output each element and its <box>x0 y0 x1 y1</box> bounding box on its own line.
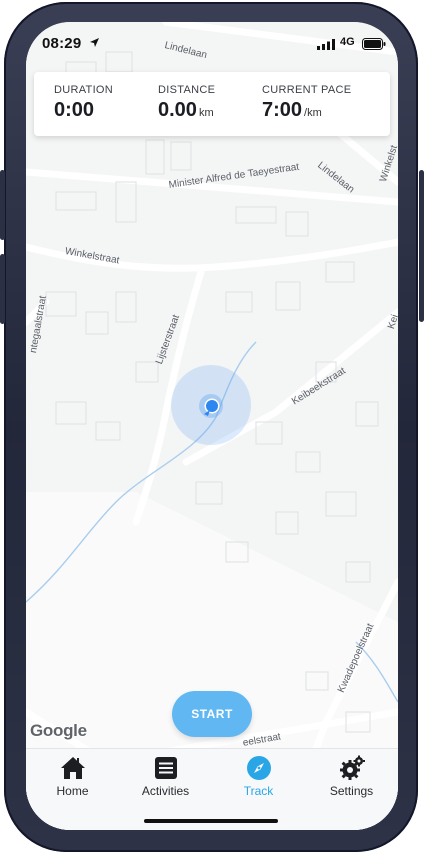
duration-value: 0:00 <box>54 99 95 121</box>
tab-home-label: Home <box>56 784 89 798</box>
tab-track[interactable]: Track <box>212 749 305 809</box>
google-logo: Google <box>30 721 87 740</box>
distance-value: 0.00 km <box>158 99 214 121</box>
tab-activities[interactable]: Activities <box>119 749 212 809</box>
list-icon <box>155 757 177 779</box>
tab-settings[interactable]: Settings <box>305 749 398 809</box>
tab-track-label: Track <box>243 784 274 798</box>
status-time: 08:29 <box>42 35 82 52</box>
pace-stat: CURRENT PACE 7:00/km <box>262 84 351 122</box>
screen: Lindelaan Minister Alfred de Taeyestraat… <box>26 22 398 830</box>
duration-label: DURATION <box>54 84 114 96</box>
tab-settings-label: Settings <box>329 784 374 798</box>
signal-icon <box>317 39 335 50</box>
stats-card: DURATION 0:00 DISTANCE 0.00 km CURRENT PA… <box>34 72 390 136</box>
gear-icon <box>340 755 365 780</box>
home-indicator <box>144 819 278 823</box>
tab-home[interactable]: Home <box>26 749 119 809</box>
volume-up-button <box>0 170 5 240</box>
duration-stat: DURATION 0:00 <box>54 84 113 122</box>
start-button[interactable]: START <box>172 691 252 737</box>
tab-activities-label: Activities <box>141 784 190 798</box>
home-icon <box>61 757 85 779</box>
distance-unit: km <box>198 107 214 119</box>
volume-down-button <box>0 254 5 324</box>
network-type: 4G <box>340 36 355 48</box>
tab-bar: Home Activities Track Settings <box>26 748 398 830</box>
pace-label: CURRENT PACE <box>262 84 352 96</box>
pace-unit: /km <box>304 107 322 119</box>
location-arrow-icon <box>90 38 99 47</box>
distance-stat: DISTANCE 0.00 km <box>158 84 215 122</box>
status-bar: 08:29 4G <box>26 22 398 66</box>
distance-label: DISTANCE <box>158 84 216 96</box>
pace-value: 7:00/km <box>262 99 322 121</box>
battery-icon <box>362 38 386 50</box>
compass-icon <box>247 756 271 780</box>
power-button <box>419 170 424 322</box>
